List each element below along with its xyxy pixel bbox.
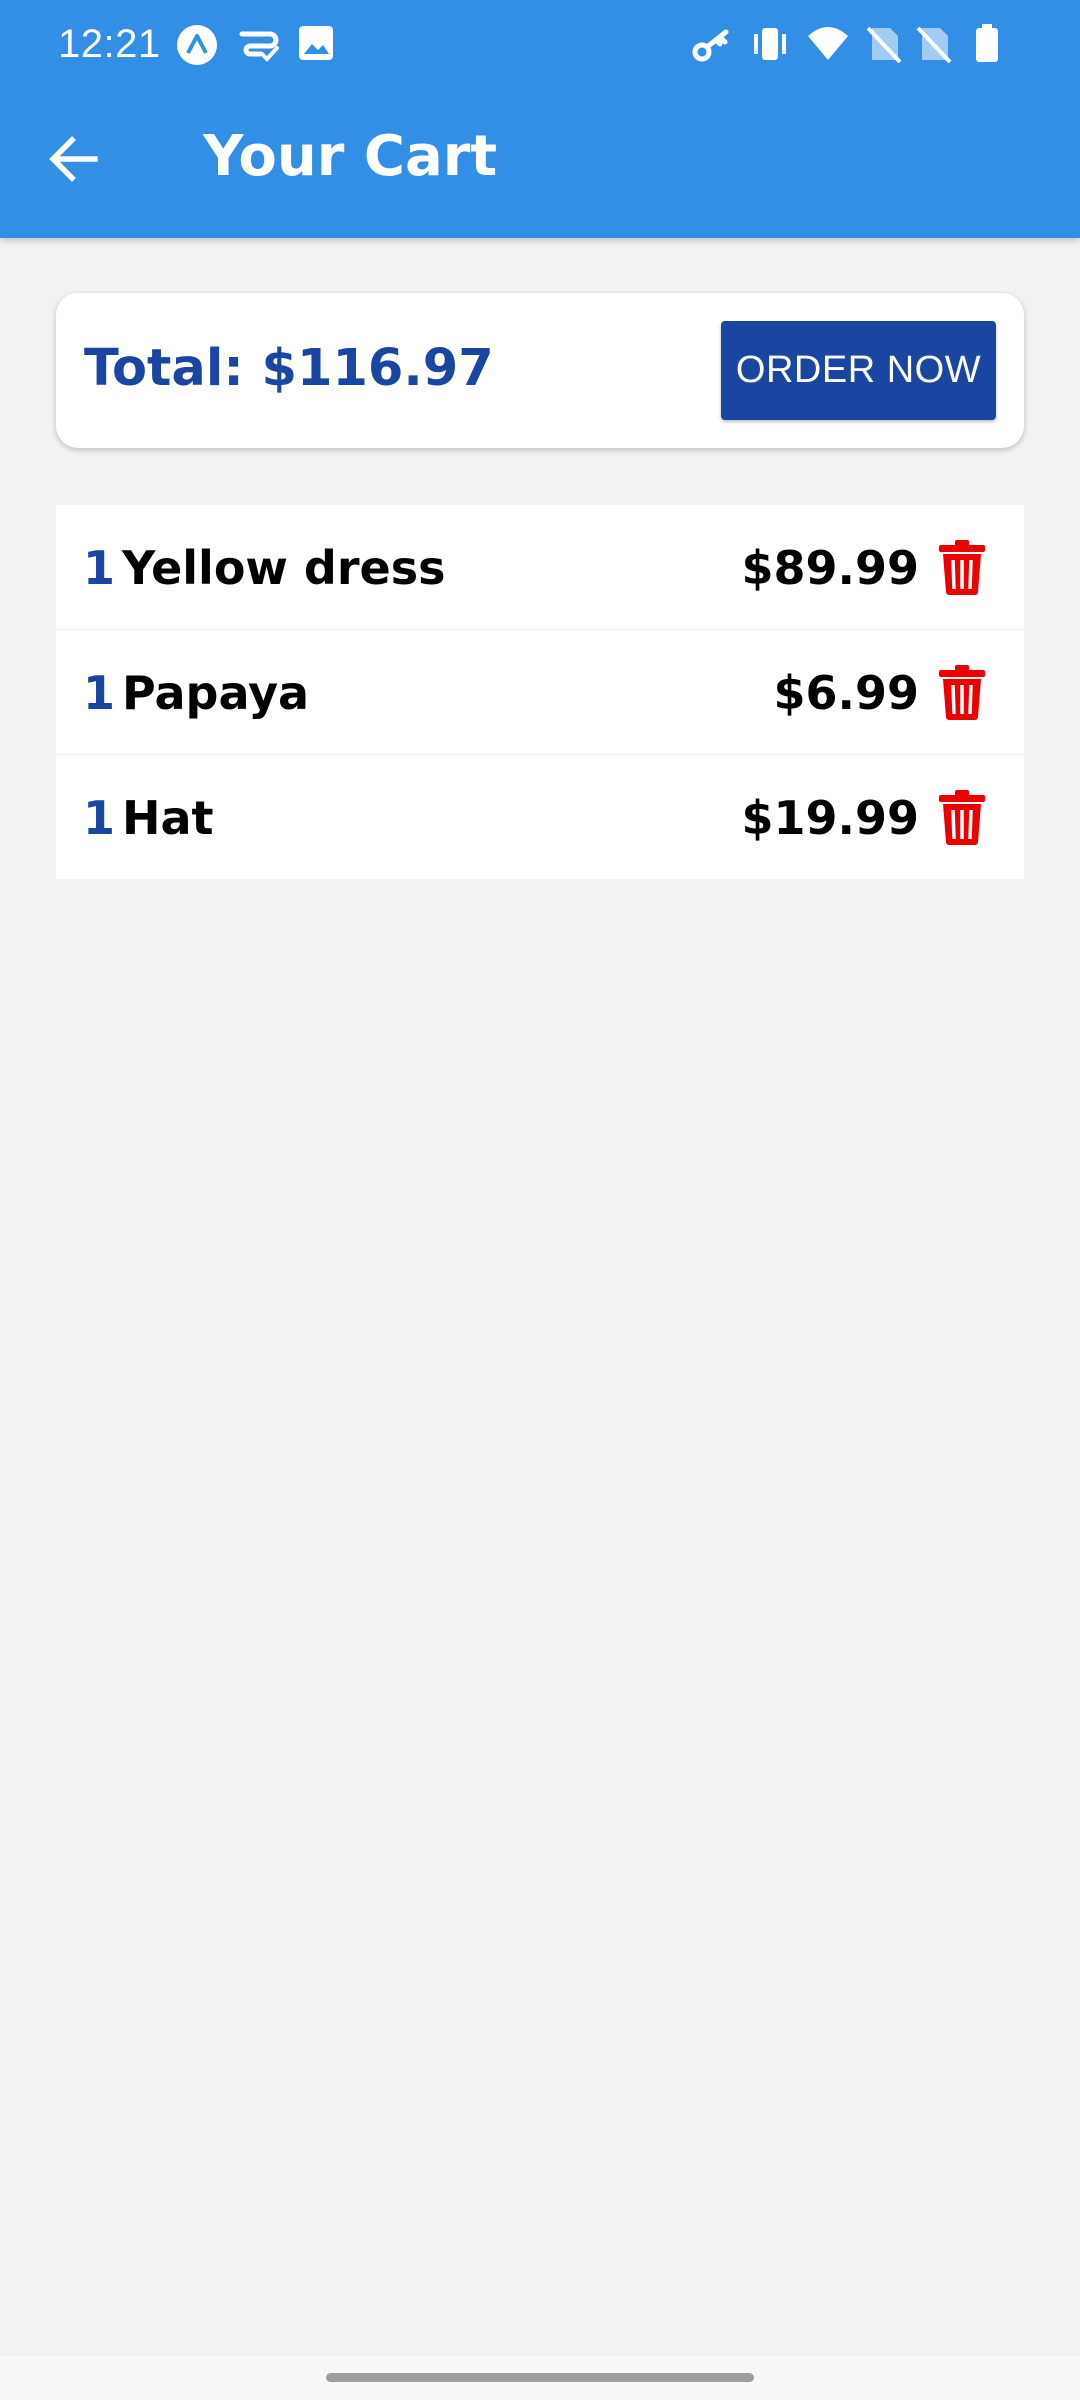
cart-total: Total: $116.97 xyxy=(84,339,494,398)
cast-icon xyxy=(239,31,279,62)
vpn-key-icon xyxy=(692,29,729,62)
no-sim-icon xyxy=(916,26,952,64)
no-sim-icon xyxy=(866,26,902,64)
item-price: $89.99 xyxy=(741,541,919,595)
item-name: Yellow dress xyxy=(122,541,446,595)
status-time: 12:21 xyxy=(58,22,161,66)
battery-icon xyxy=(976,24,998,62)
delete-item-button[interactable] xyxy=(937,663,987,721)
delete-item-button[interactable] xyxy=(937,538,987,596)
page-title: Your Cart xyxy=(203,124,498,189)
system-navigation-bar xyxy=(0,2356,1080,2400)
home-gesture-handle[interactable] xyxy=(326,2373,754,2382)
image-icon xyxy=(299,26,333,60)
item-quantity: 1 xyxy=(83,791,116,845)
cart-item: 1 Hat $19.99 xyxy=(56,755,1024,879)
vibrate-icon xyxy=(754,28,786,60)
app-bar: 12:21 Your Cart xyxy=(0,0,1080,238)
item-price: $6.99 xyxy=(773,666,919,720)
arrow-back-icon xyxy=(49,136,98,182)
delete-item-button[interactable] xyxy=(937,788,987,846)
app-notification-icon xyxy=(177,25,217,65)
item-quantity: 1 xyxy=(83,666,116,720)
back-button[interactable] xyxy=(40,128,106,190)
cart-item: 1 Yellow dress $89.99 xyxy=(56,505,1024,630)
item-price: $19.99 xyxy=(741,791,919,845)
total-card: Total: $116.97 ORDER NOW xyxy=(56,293,1024,448)
wifi-icon xyxy=(808,27,848,60)
trash-icon xyxy=(939,665,985,720)
trash-icon xyxy=(939,540,985,595)
item-name: Hat xyxy=(122,791,214,845)
cart-list: 1 Yellow dress $89.99 1 Papaya $6.99 1 H xyxy=(56,505,1024,879)
item-quantity: 1 xyxy=(83,541,116,595)
order-now-button[interactable]: ORDER NOW xyxy=(721,321,996,420)
item-name: Papaya xyxy=(122,666,310,720)
trash-icon xyxy=(939,790,985,845)
status-bar: 12:21 xyxy=(0,0,1080,90)
cart-item: 1 Papaya $6.99 xyxy=(56,630,1024,755)
